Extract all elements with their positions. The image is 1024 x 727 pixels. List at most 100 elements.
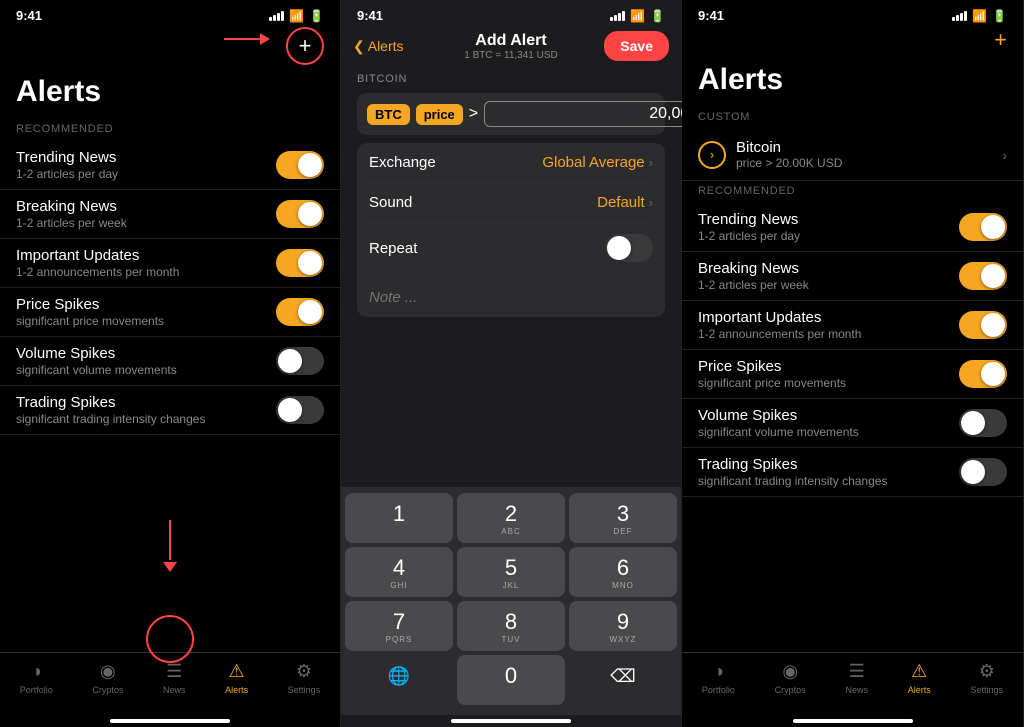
tab-cryptos[interactable]: ◉ Cryptos — [92, 661, 123, 695]
mid-signal-bars — [610, 11, 625, 21]
left-alert-list: Trending News 1-2 articles per day Break… — [0, 141, 340, 652]
right-tab-portfolio[interactable]: ◑ Portfolio — [702, 661, 735, 695]
toggle-price-spikes[interactable] — [276, 298, 324, 326]
right-toggle-trending-news[interactable] — [959, 213, 1007, 241]
sound-label: Sound — [369, 194, 412, 211]
right-toggle-trading-spikes[interactable] — [959, 458, 1007, 486]
down-arrow-head — [163, 562, 177, 572]
key-9[interactable]: 9 WXYZ — [569, 601, 677, 651]
mid-nav-center: Add Alert 1 BTC = 11,341 USD — [464, 32, 557, 61]
tab-news[interactable]: ☰ News — [163, 661, 186, 695]
right-recommended-section-label: RECOMMENDED — [682, 181, 1023, 203]
key-6[interactable]: 6 MNO — [569, 547, 677, 597]
left-status-bar: 9:41 📶 🔋 — [0, 0, 340, 27]
key-8[interactable]: 8 TUV — [457, 601, 565, 651]
right-signal-bars — [952, 11, 967, 21]
custom-bitcoin-item[interactable]: › Bitcoin price > 20.00K USD › — [682, 129, 1023, 181]
portfolio-icon: ◑ — [31, 661, 42, 682]
news-icon: ☰ — [166, 661, 182, 682]
right-alert-list: Trending News 1-2 articles per day Break… — [682, 203, 1023, 652]
list-item: Volume Spikes significant volume movemen… — [0, 337, 340, 386]
crypto-label: BITCOIN — [357, 73, 665, 85]
keyboard-row-4: 🌐 0 ⌫ — [345, 655, 677, 705]
mid-status-right: 📶 🔋 — [610, 9, 665, 23]
left-nav: + — [0, 27, 340, 69]
signal-bar-2 — [273, 15, 276, 21]
battery-icon: 🔋 — [309, 9, 324, 23]
sound-chevron-icon: › — [649, 195, 653, 210]
right-panel: 9:41 📶 🔋 + Alerts CUSTOM › Bitcoin price… — [682, 0, 1024, 727]
tab-portfolio[interactable]: ◑ Portfolio — [20, 661, 53, 695]
bitcoin-custom-name: Bitcoin — [736, 139, 842, 156]
toggle-volume-spikes[interactable] — [276, 347, 324, 375]
sound-row[interactable]: Sound Default › — [369, 183, 653, 223]
globe-icon: 🌐 — [388, 667, 410, 685]
key-7[interactable]: 7 PQRS — [345, 601, 453, 651]
tab-settings[interactable]: ⚙ Settings — [288, 661, 321, 695]
list-item: Important Updates 1-2 announcements per … — [0, 239, 340, 288]
right-tab-portfolio-label: Portfolio — [702, 685, 735, 695]
add-alert-title: Add Alert — [464, 32, 557, 50]
right-add-button[interactable]: + — [994, 27, 1007, 53]
bitcoin-form: BITCOIN BTC price > USD Exchange Global … — [341, 67, 681, 323]
toggle-breaking-news[interactable] — [276, 200, 324, 228]
right-news-icon: ☰ — [849, 661, 865, 682]
right-tab-settings-label: Settings — [971, 685, 1004, 695]
key-globe[interactable]: 🌐 — [345, 655, 453, 705]
right-toggle-breaking-news[interactable] — [959, 262, 1007, 290]
mid-home-indicator — [451, 719, 571, 723]
right-settings-icon: ⚙ — [979, 661, 995, 682]
key-5[interactable]: 5 JKL — [457, 547, 565, 597]
right-toggle-price-spikes[interactable] — [959, 360, 1007, 388]
exchange-chevron-icon: › — [649, 155, 653, 170]
right-toggle-important-updates[interactable] — [959, 311, 1007, 339]
bitcoin-chevron-icon: › — [1002, 147, 1007, 163]
right-tab-cryptos[interactable]: ◉ Cryptos — [775, 661, 806, 695]
condition-value-input[interactable] — [484, 101, 705, 127]
exchange-row[interactable]: Exchange Global Average › — [369, 143, 653, 183]
signal-bars — [269, 11, 284, 21]
right-time: 9:41 — [698, 8, 724, 23]
right-tab-alerts-label: Alerts — [908, 685, 931, 695]
signal-bar-3 — [277, 13, 280, 21]
left-time: 9:41 — [16, 8, 42, 23]
left-panel: 9:41 📶 🔋 + Alerts RECOMMENDED Trending N… — [0, 0, 341, 727]
mid-status-bar: 9:41 📶 🔋 — [341, 0, 681, 27]
key-1[interactable]: 1 — [345, 493, 453, 543]
toggle-trading-spikes[interactable] — [276, 396, 324, 424]
key-0[interactable]: 0 — [457, 655, 565, 705]
tab-alerts[interactable]: ⚠ Alerts — [225, 661, 248, 695]
note-input[interactable] — [369, 289, 653, 306]
left-home-indicator — [110, 719, 230, 723]
exchange-label: Exchange — [369, 154, 436, 171]
tab-settings-label: Settings — [288, 685, 321, 695]
back-button[interactable]: ❮ Alerts — [353, 38, 404, 55]
right-tab-news[interactable]: ☰ News — [845, 661, 868, 695]
right-page-title: Alerts — [682, 57, 1023, 107]
toggle-important-updates[interactable] — [276, 249, 324, 277]
middle-panel: 9:41 📶 🔋 ❮ Alerts Add Alert 1 BTC = 11,3… — [341, 0, 682, 727]
alerts-icon: ⚠ — [229, 661, 245, 682]
right-home-indicator — [793, 719, 913, 723]
right-toggle-volume-spikes[interactable] — [959, 409, 1007, 437]
toggle-trending-news[interactable] — [276, 151, 324, 179]
mid-battery-icon: 🔋 — [650, 9, 665, 23]
repeat-toggle[interactable] — [605, 234, 653, 262]
right-tab-alerts[interactable]: ⚠ Alerts — [908, 661, 931, 695]
right-status-bar: 9:41 📶 🔋 — [682, 0, 1023, 27]
arrow-head — [260, 33, 270, 45]
condition-operator: > — [469, 105, 478, 123]
right-tab-settings[interactable]: ⚙ Settings — [971, 661, 1004, 695]
save-button[interactable]: Save — [604, 31, 669, 61]
add-alert-button[interactable]: + — [286, 27, 324, 65]
key-delete[interactable]: ⌫ — [569, 655, 677, 705]
down-arrow-line — [169, 520, 171, 560]
right-tab-bar: ◑ Portfolio ◉ Cryptos ☰ News ⚠ Alerts ⚙ … — [682, 652, 1023, 715]
key-3[interactable]: 3 DEF — [569, 493, 677, 543]
right-wifi-icon: 📶 — [972, 9, 987, 23]
key-2[interactable]: 2 ABC — [457, 493, 565, 543]
list-item: Trending News 1-2 articles per day — [682, 203, 1023, 252]
chevron-left-icon: ❮ — [353, 38, 365, 55]
key-4[interactable]: 4 GHI — [345, 547, 453, 597]
left-section-label: RECOMMENDED — [0, 119, 340, 141]
